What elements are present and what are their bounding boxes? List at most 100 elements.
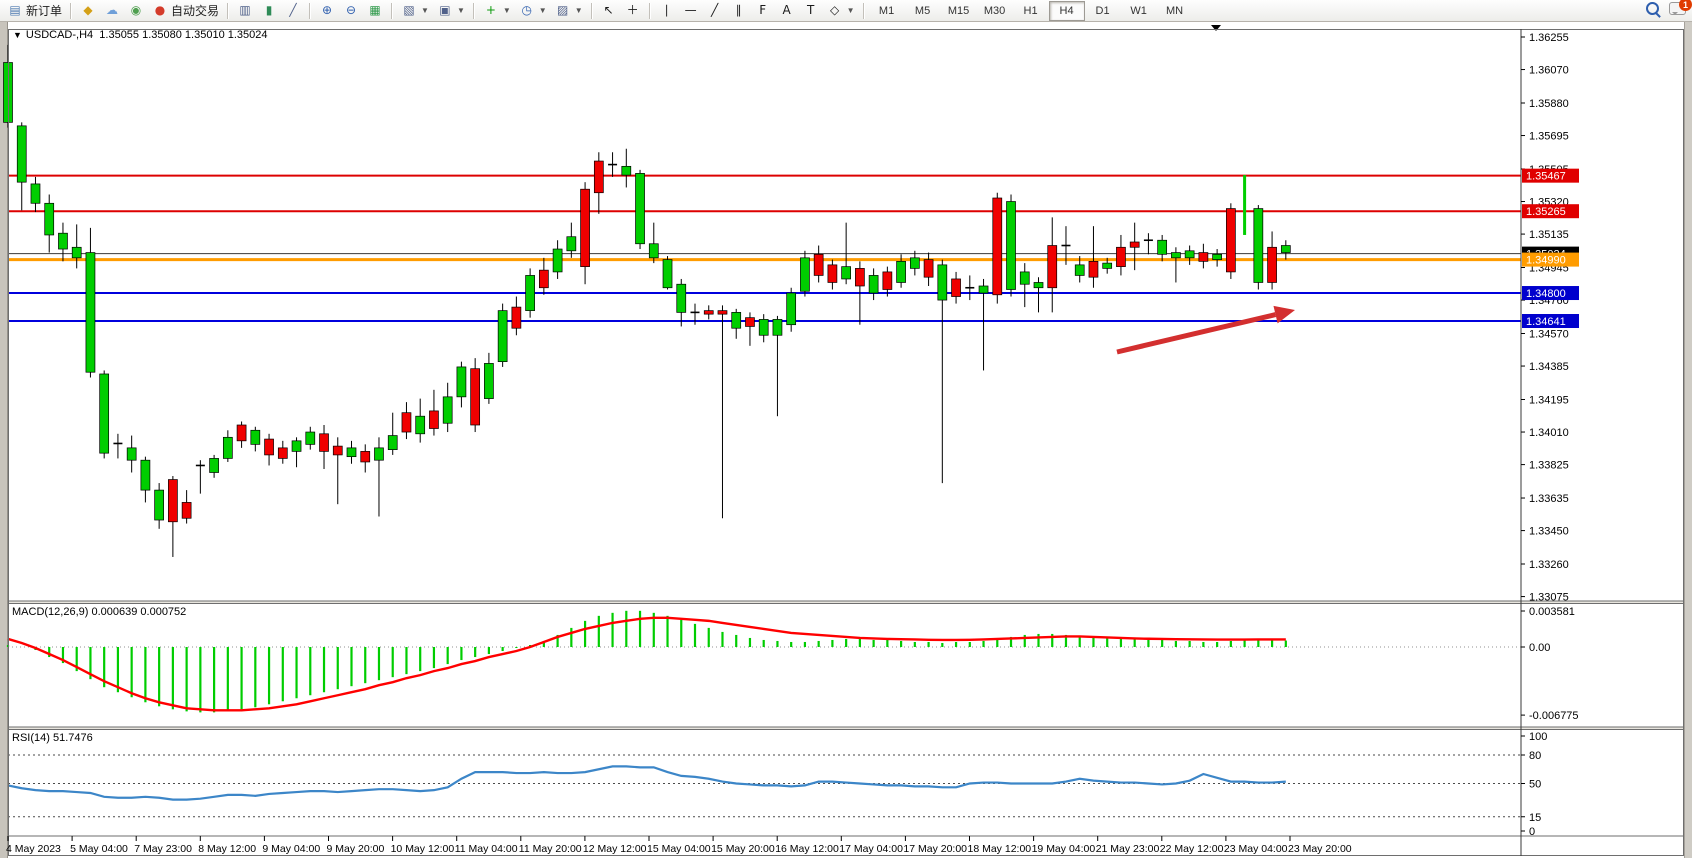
shapes-icon: ◇: [827, 3, 843, 18]
timeframe-button-d1[interactable]: D1: [1085, 1, 1121, 21]
cursor-button[interactable]: ↖: [597, 0, 621, 21]
candle-body: [1034, 282, 1043, 287]
main-toolbar: ▤新订单◆☁◉●自动交易▥▮╱⊕⊖▦▧▼▣▼+▼◷▼▨▼↖＋∣—╱∥FAT◇▼M…: [0, 0, 1692, 22]
candle-body: [512, 307, 521, 328]
timeframe-button-m15[interactable]: M15: [941, 1, 977, 21]
candle-body: [883, 272, 892, 290]
time-axis-label: 21 May 23:00: [1096, 843, 1160, 855]
candle-body: [745, 318, 754, 327]
candle-body: [924, 260, 933, 278]
timeframe-button-mn[interactable]: MN: [1157, 1, 1193, 21]
time-axis-label: 9 May 04:00: [262, 843, 320, 855]
crosshair-button[interactable]: ＋: [621, 0, 645, 21]
profiles-button[interactable]: ▣▼: [433, 0, 469, 21]
timeframe-button-h4[interactable]: H4: [1049, 1, 1085, 21]
zoom-out-button[interactable]: ⊖: [339, 0, 363, 21]
time-axis-label: 10 May 12:00: [391, 843, 455, 855]
label-button[interactable]: T: [799, 0, 823, 21]
gold-button[interactable]: ◆: [76, 0, 100, 21]
rsi-axis-label: 15: [1529, 812, 1541, 824]
time-axis-label: 7 May 23:00: [134, 843, 192, 855]
price-axis-label: 1.34570: [1529, 328, 1569, 340]
candle-body: [251, 430, 260, 444]
toolbar-separator: [649, 3, 651, 19]
indicators-button[interactable]: +▼: [479, 0, 515, 21]
templates-button[interactable]: ▨▼: [551, 0, 587, 21]
price-axis-label: 1.33450: [1529, 526, 1569, 538]
timeframe-button-m30[interactable]: M30: [977, 1, 1013, 21]
timeframe-button-m5[interactable]: M5: [905, 1, 941, 21]
auto-trading-icon: ●: [152, 3, 168, 18]
candle-body: [773, 319, 782, 335]
candle-body: [938, 265, 947, 300]
time-axis-label: 15 May 20:00: [711, 843, 775, 855]
bar-chart-button[interactable]: ▥: [233, 0, 257, 21]
hline-icon: —: [683, 3, 699, 18]
chart-title: ▼USDCAD-,H4 1.35055 1.35080 1.35010 1.35…: [13, 29, 268, 41]
time-axis-label: 4 May 2023: [6, 843, 61, 855]
timeframe-button-h1[interactable]: H1: [1013, 1, 1049, 21]
chart-canvas[interactable]: 1.362551.360701.358801.356951.355051.353…: [0, 22, 1692, 858]
toolbar-separator: [70, 3, 72, 19]
zoom-in-button[interactable]: ⊕: [315, 0, 339, 21]
candle-body: [952, 279, 961, 297]
candle-body: [787, 293, 796, 325]
periods-button[interactable]: ◷▼: [515, 0, 551, 21]
candle-body: [828, 265, 837, 283]
candle-body: [1103, 263, 1112, 268]
new-order-button-label: 新订单: [26, 2, 62, 19]
line-chart-button[interactable]: ╱: [281, 0, 305, 21]
candle-body: [182, 502, 191, 518]
new-order-button[interactable]: ▤新订单: [3, 0, 66, 21]
timeframe-button-w1[interactable]: W1: [1121, 1, 1157, 21]
text-icon: A: [779, 3, 795, 18]
community-button[interactable]: ☁: [100, 0, 124, 21]
trendline-button[interactable]: ╱: [703, 0, 727, 21]
channel-button[interactable]: ∥: [727, 0, 751, 21]
hline-button[interactable]: —: [679, 0, 703, 21]
price-axis-label: 1.34010: [1529, 427, 1569, 439]
resistance-line-1-tag-label: 1.35467: [1526, 171, 1566, 183]
price-axis-label: 1.33075: [1529, 592, 1569, 604]
text-button[interactable]: A: [775, 0, 799, 21]
chevron-down-icon: ▼: [539, 6, 547, 15]
candle-body: [292, 441, 301, 452]
candle-body: [677, 284, 686, 312]
candle-body: [333, 446, 342, 455]
candle-body: [361, 451, 370, 462]
candle-body: [759, 319, 768, 335]
candle-body: [278, 448, 287, 459]
tile-windows-button[interactable]: ▦: [363, 0, 387, 21]
indicators-icon: +: [483, 3, 499, 18]
vline-button[interactable]: ∣: [655, 0, 679, 21]
time-axis-label: 16 May 12:00: [775, 843, 839, 855]
auto-trading-button[interactable]: ●自动交易: [148, 0, 223, 21]
candle-body: [800, 258, 809, 291]
signals-button[interactable]: ◉: [124, 0, 148, 21]
new-order-icon: ▤: [7, 3, 23, 18]
zoom-out-icon: ⊖: [343, 3, 359, 18]
price-axis-label: 1.35135: [1529, 229, 1569, 241]
candle-body: [306, 432, 315, 444]
fibonacci-button[interactable]: F: [751, 0, 775, 21]
new-chart-button[interactable]: ▧▼: [397, 0, 433, 21]
label-icon: T: [803, 3, 819, 18]
candle-body: [72, 247, 81, 258]
candles-button[interactable]: ▮: [257, 0, 281, 21]
search-icon[interactable]: [1646, 2, 1659, 15]
candle-body: [265, 439, 274, 455]
symbol-dropdown-icon[interactable]: ▼: [13, 30, 22, 40]
candle-body: [814, 254, 823, 275]
chevron-down-icon: ▼: [457, 6, 465, 15]
candle-body: [553, 249, 562, 272]
rsi-axis-label: 100: [1529, 731, 1547, 743]
chevron-down-icon: ▼: [503, 6, 511, 15]
chevron-down-icon: ▼: [575, 6, 583, 15]
chat-icon[interactable]: 1: [1669, 2, 1686, 15]
timeframe-button-m1[interactable]: M1: [869, 1, 905, 21]
candle-body: [498, 311, 507, 362]
shapes-button[interactable]: ◇▼: [823, 0, 859, 21]
candle-body: [223, 437, 232, 458]
candle-body: [1020, 272, 1029, 284]
price-axis-label: 1.33260: [1529, 559, 1569, 571]
